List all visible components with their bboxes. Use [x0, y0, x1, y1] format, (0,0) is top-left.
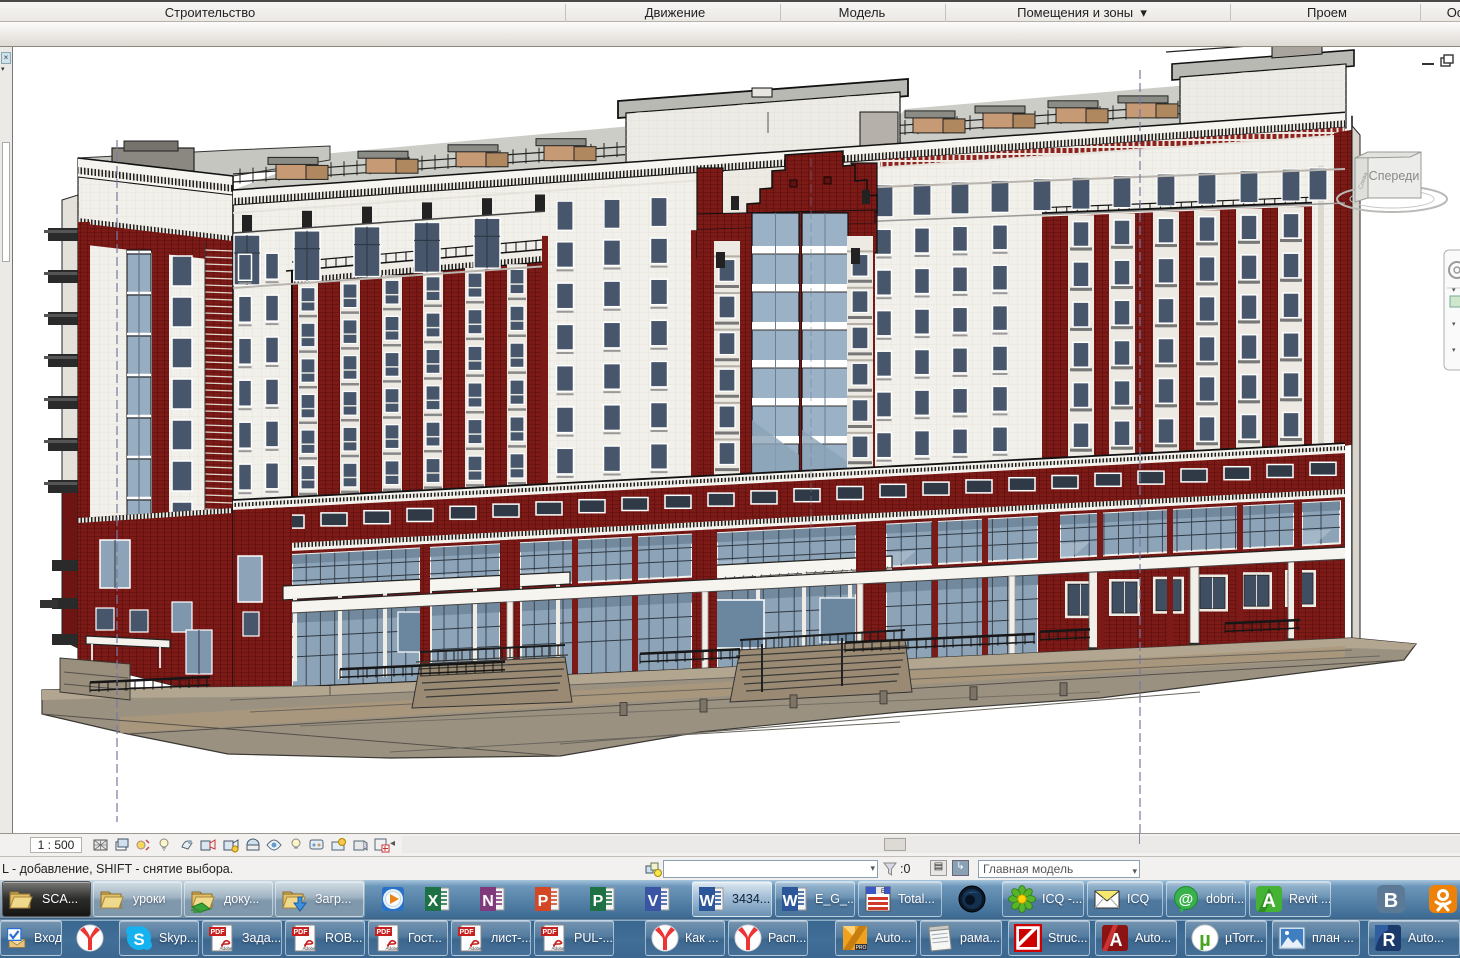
- svg-text:PDF: PDF: [460, 929, 475, 936]
- svg-text:Adobe: Adobe: [468, 946, 482, 951]
- svg-text:PDF: PDF: [543, 929, 558, 936]
- svg-text:Спереди: Спереди: [1369, 169, 1420, 183]
- svg-text:PDF: PDF: [211, 929, 226, 936]
- svg-text:PRO: PRO: [856, 945, 867, 951]
- svg-text:A: A: [1110, 930, 1123, 950]
- svg-text:R: R: [1383, 930, 1396, 950]
- svg-text:Adobe: Adobe: [551, 946, 565, 951]
- svg-text:E: E: [881, 889, 885, 895]
- svg-text:N: N: [482, 893, 494, 910]
- svg-text:▾: ▾: [1452, 347, 1456, 354]
- svg-text:A: A: [1262, 891, 1276, 912]
- svg-text:B: B: [1384, 890, 1398, 912]
- svg-text:▾: ▾: [1452, 287, 1456, 294]
- svg-text:V: V: [648, 893, 659, 910]
- svg-text:▾: ▾: [1452, 321, 1456, 328]
- svg-text:W: W: [699, 893, 715, 910]
- svg-text:PDF: PDF: [294, 929, 309, 936]
- svg-text:S: S: [133, 930, 144, 949]
- svg-text:W: W: [782, 893, 798, 910]
- svg-text:Adobe: Adobe: [219, 946, 233, 951]
- svg-text:X: X: [428, 893, 439, 910]
- svg-text:P: P: [593, 893, 604, 910]
- svg-text:P: P: [538, 893, 549, 910]
- svg-text:µ: µ: [1199, 929, 1211, 951]
- svg-text:Adobe: Adobe: [302, 946, 316, 951]
- svg-text:PDF: PDF: [377, 929, 392, 936]
- svg-text:@: @: [1179, 891, 1194, 908]
- svg-text:Adobe: Adobe: [385, 946, 399, 951]
